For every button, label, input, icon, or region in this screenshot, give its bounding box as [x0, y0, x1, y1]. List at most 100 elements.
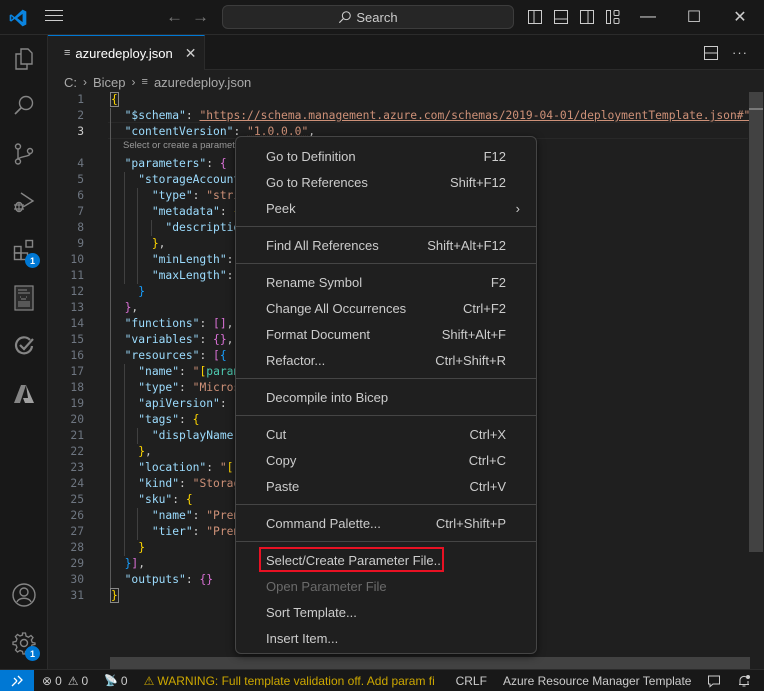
- warning-icon: ⚠: [143, 673, 155, 688]
- feedback-button[interactable]: [699, 674, 729, 688]
- notifications-button[interactable]: [729, 674, 759, 688]
- context-menu: Go to Definition F12 Go to References Shif…: [235, 136, 537, 654]
- menu-separator: [236, 226, 536, 227]
- remote-icon: [11, 675, 23, 686]
- eol-indicator[interactable]: CRLF: [448, 674, 495, 688]
- minimize-button[interactable]: —: [625, 0, 671, 34]
- search-icon: [339, 11, 352, 24]
- warning-message: WARNING: Full template validation off. A…: [157, 673, 435, 688]
- activity-explorer[interactable]: [0, 35, 48, 83]
- menu-separator: [236, 504, 536, 505]
- run-debug-icon: [14, 192, 35, 213]
- bell-icon: [739, 674, 751, 686]
- ports-count: 0: [120, 673, 128, 688]
- breadcrumb-item-drive[interactable]: C:: [64, 75, 77, 90]
- chevron-right-icon: ›: [515, 200, 520, 216]
- activity-document-outline[interactable]: [0, 274, 48, 322]
- close-window-button[interactable]: ✕: [717, 0, 763, 34]
- split-editor-icon[interactable]: [704, 45, 718, 60]
- back-button[interactable]: ←: [166, 7, 183, 27]
- close-tab-button[interactable]: ✕: [185, 45, 197, 62]
- menu-item-cut[interactable]: Cut Ctrl+X: [236, 421, 536, 447]
- menu-separator: [236, 415, 536, 416]
- error-count: 0: [55, 673, 62, 688]
- toggle-secondary-sidebar-icon[interactable]: [579, 9, 595, 25]
- template-validation-warning[interactable]: ⚠ WARNING: Full template validation off.…: [136, 674, 448, 688]
- activity-source-control[interactable]: [0, 130, 48, 178]
- forward-button[interactable]: →: [192, 7, 209, 27]
- menu-item-format-document[interactable]: Format Document Shift+Alt+F: [236, 321, 536, 347]
- feedback-icon: [708, 675, 721, 688]
- menu-item-insert-item[interactable]: Insert Item...: [236, 625, 536, 651]
- activity-bar: 1 1: [0, 35, 48, 669]
- vscode-logo-icon: [9, 9, 27, 27]
- broadcast-icon: 📡: [104, 675, 118, 687]
- menu-item-peek[interactable]: Peek ›: [236, 195, 536, 221]
- document-icon: [14, 285, 34, 311]
- activity-search[interactable]: [0, 82, 48, 130]
- error-icon: ⊗: [42, 673, 53, 688]
- breadcrumb-separator: ›: [83, 75, 87, 89]
- activity-extensions[interactable]: 1: [0, 226, 48, 274]
- activity-testing[interactable]: [0, 322, 48, 370]
- breadcrumb-separator: ›: [131, 75, 136, 89]
- remote-indicator[interactable]: [0, 669, 34, 691]
- menu-item-go-to-references[interactable]: Go to References Shift+F12: [236, 169, 536, 195]
- ports-indicator[interactable]: 📡 0: [96, 674, 135, 688]
- tab-label: azuredeploy.json: [75, 45, 173, 61]
- json-file-icon: ≡: [64, 47, 71, 59]
- menu-item-open-parameter-file: Open Parameter File: [266, 578, 387, 594]
- activity-manage[interactable]: 1: [0, 619, 48, 667]
- command-center-search[interactable]: Search: [222, 5, 514, 29]
- azure-icon: [14, 385, 34, 403]
- horizontal-scrollbar[interactable]: [110, 657, 750, 669]
- code-line: 1{: [77, 92, 119, 107]
- activity-accounts[interactable]: [0, 571, 48, 619]
- activity-azure[interactable]: [0, 370, 48, 418]
- manage-badge: 1: [25, 646, 40, 661]
- menu-item-paste[interactable]: Paste Ctrl+V: [236, 473, 536, 499]
- status-bar: ⊗ 0 ⚠ 0 📡 0 ⚠ WARNING: Full template val…: [0, 669, 764, 691]
- editor-tab-bar: ≡ azuredeploy.json ✕ ···: [48, 35, 764, 70]
- toggle-panel-icon[interactable]: [553, 9, 569, 25]
- warning-icon: ⚠: [67, 673, 79, 688]
- account-icon: [12, 583, 36, 607]
- more-actions-button[interactable]: ···: [732, 45, 748, 60]
- breadcrumb-item-folder[interactable]: Bicep: [93, 75, 126, 90]
- menu-separator: [236, 378, 536, 379]
- tab-azuredeploy-json[interactable]: ≡ azuredeploy.json ✕: [48, 35, 205, 70]
- annotation-highlight-box: [259, 547, 444, 572]
- menu-separator: [236, 541, 536, 542]
- menu-item-command-palette[interactable]: Command Palette... Ctrl+Shift+P: [236, 510, 536, 536]
- files-icon: [15, 48, 33, 70]
- language-mode-indicator[interactable]: Azure Resource Manager Template: [495, 674, 700, 688]
- extensions-badge: 1: [25, 253, 40, 268]
- menu-item-go-to-definition[interactable]: Go to Definition F12: [236, 143, 536, 169]
- scrollbar-cursor-marker: [749, 108, 763, 110]
- warning-count: 0: [81, 673, 89, 688]
- vertical-scrollbar[interactable]: [749, 92, 763, 552]
- menu-item-decompile-into-bicep[interactable]: Decompile into Bicep: [236, 384, 536, 410]
- menu-item-sort-template[interactable]: Sort Template...: [236, 599, 536, 625]
- application-menu-button[interactable]: [45, 10, 63, 24]
- menu-item-copy[interactable]: Copy Ctrl+C: [236, 447, 536, 473]
- source-control-icon: [14, 143, 34, 165]
- customize-layout-icon[interactable]: [605, 9, 621, 25]
- menu-item-change-all-occurrences[interactable]: Change All Occurrences Ctrl+F2: [236, 295, 536, 321]
- menu-item-rename-symbol[interactable]: Rename Symbol F2: [236, 269, 536, 295]
- testing-icon: [14, 336, 34, 355]
- menu-separator: [236, 263, 536, 264]
- search-icon: [14, 95, 34, 115]
- breadcrumb-item-file[interactable]: azuredeploy.json: [154, 75, 251, 90]
- problems-indicator[interactable]: ⊗ 0 ⚠ 0: [34, 674, 96, 688]
- toggle-primary-sidebar-icon[interactable]: [527, 9, 543, 25]
- title-bar: ← → Search — ☐ ✕: [0, 0, 764, 35]
- schema-link[interactable]: "https://schema.management.azure.com/sch…: [199, 109, 750, 122]
- activity-run-debug[interactable]: [0, 178, 48, 226]
- code-line: 2 "$schema": "https://schema.management.…: [77, 109, 757, 122]
- menu-item-refactor[interactable]: Refactor... Ctrl+Shift+R: [236, 347, 536, 373]
- breadcrumb: C: › Bicep › ≡ azuredeploy.json: [64, 72, 251, 92]
- menu-item-find-all-references[interactable]: Find All References Shift+Alt+F12: [236, 232, 536, 258]
- maximize-button[interactable]: ☐: [671, 0, 717, 34]
- search-label: Search: [356, 9, 398, 25]
